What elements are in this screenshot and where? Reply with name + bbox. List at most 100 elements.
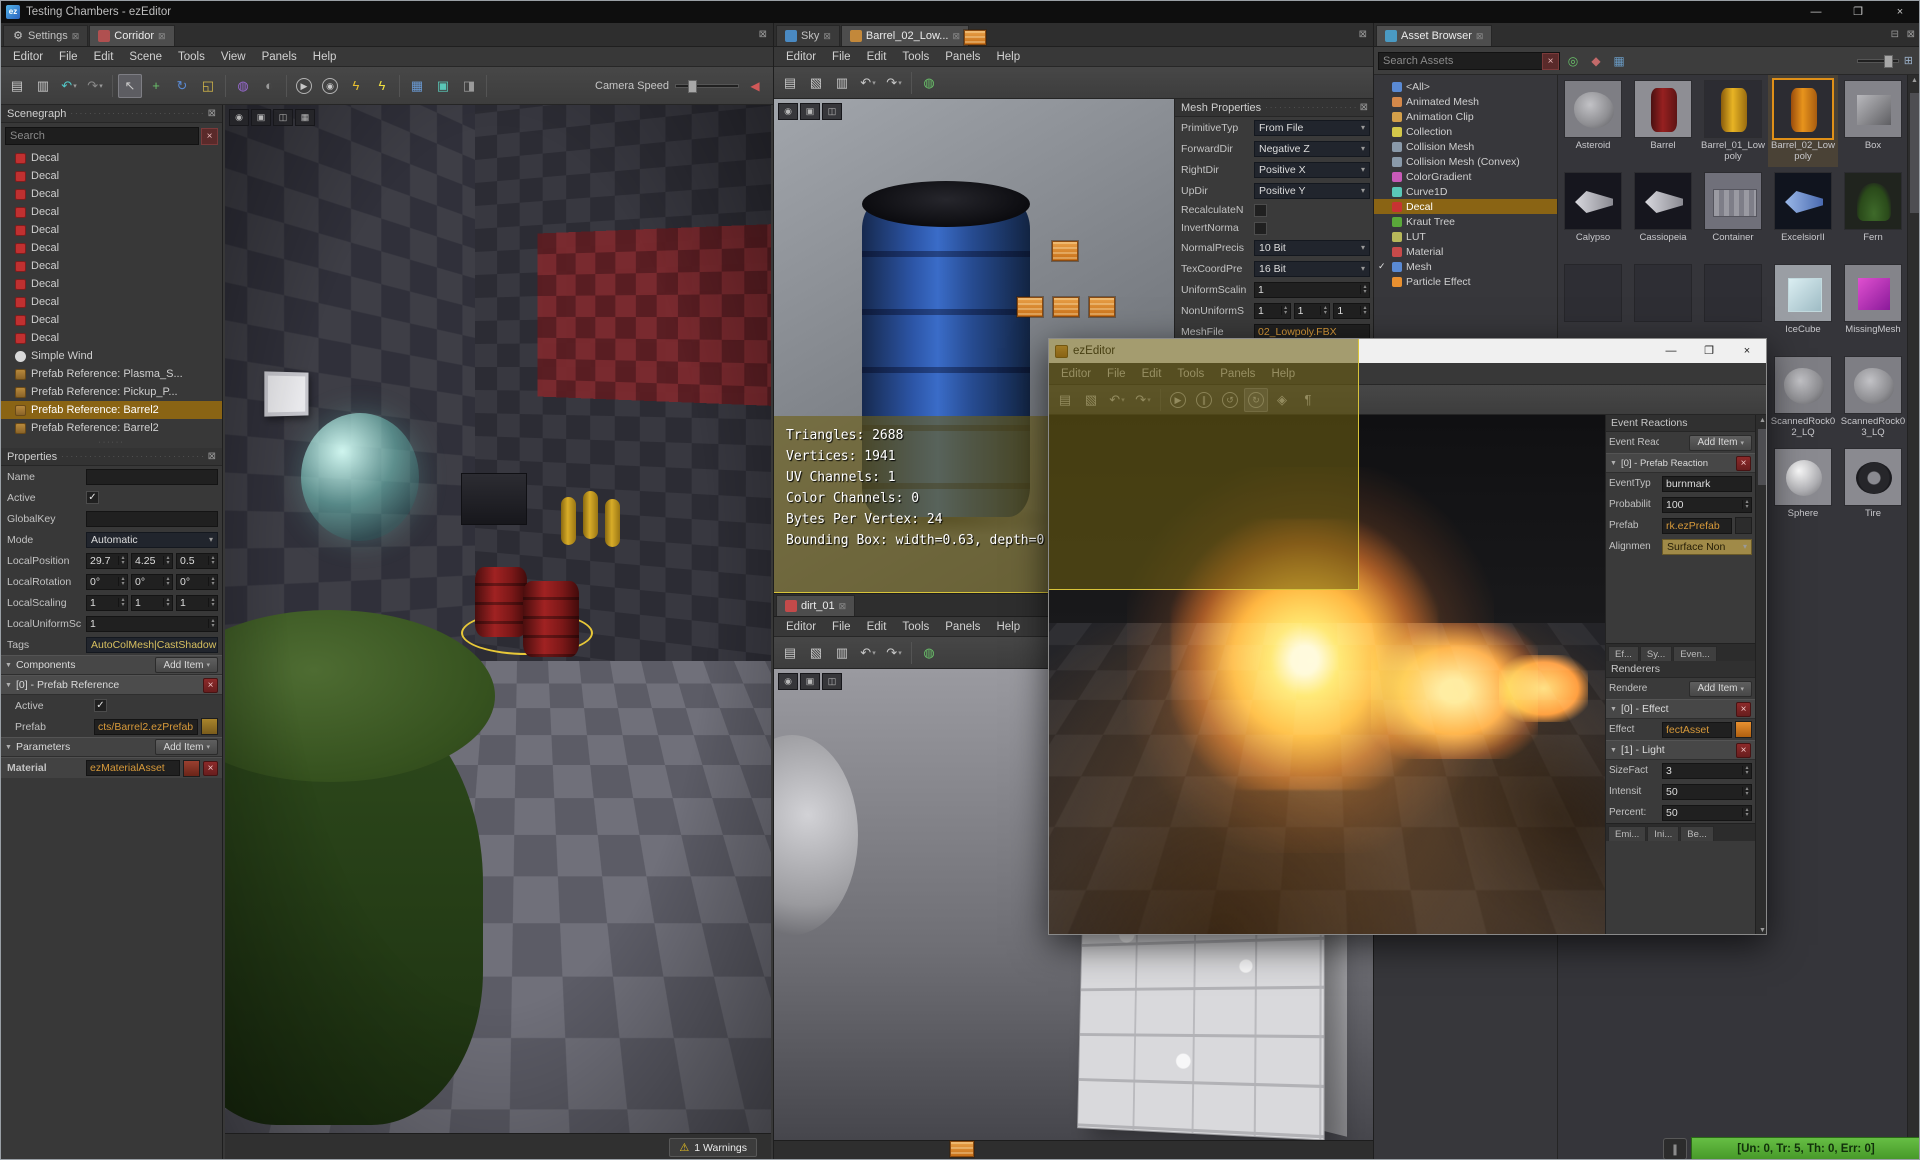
- prefab-asset-reference[interactable]: cts/Barrel2.ezPrefab: [94, 718, 198, 735]
- snap-icon[interactable]: ▣: [431, 74, 455, 98]
- asset-thumbnail-cell[interactable]: Box: [1838, 75, 1908, 167]
- toolbar-button[interactable]: [911, 641, 912, 664]
- pivot-icon[interactable]: ◐: [257, 74, 281, 98]
- select-icon[interactable]: ↖: [118, 73, 142, 98]
- tab-behavior[interactable]: Be...: [1680, 826, 1714, 841]
- close-button[interactable]: ×: [1728, 339, 1766, 363]
- asset-type-filter[interactable]: ✓ Animated Mesh: [1374, 94, 1557, 109]
- size-factor-spinner[interactable]: 3: [1662, 762, 1752, 779]
- effect-renderer-header[interactable]: ▼ [0] - Effect ×: [1606, 699, 1755, 719]
- scenegraph-item[interactable]: Decal: [1, 167, 222, 185]
- view-layout-icon[interactable]: ◫: [273, 109, 293, 126]
- loop-icon[interactable]: ↻: [1244, 387, 1268, 412]
- remove-renderer-button[interactable]: ×: [1736, 742, 1751, 758]
- menu-item[interactable]: Edit: [1134, 368, 1170, 380]
- document-tab[interactable]: Barrel_02_Low... ⊠: [840, 25, 969, 46]
- menu-item[interactable]: Panels: [937, 621, 988, 633]
- record-icon[interactable]: ◉: [318, 74, 342, 98]
- components-section-header[interactable]: ▼ Components Add Item: [1, 655, 222, 675]
- camera-menu-icon[interactable]: ◉: [229, 109, 249, 126]
- remove-reaction-button[interactable]: ×: [1736, 455, 1751, 471]
- toolbar-button[interactable]: [486, 74, 487, 97]
- minimize-button[interactable]: —: [1652, 339, 1690, 363]
- slider-knob[interactable]: [688, 79, 697, 93]
- render-mode-icon[interactable]: ▣: [800, 673, 820, 690]
- visualizer-icon[interactable]: ¶: [1296, 388, 1320, 412]
- document-tab[interactable]: Corridor ⊠: [89, 25, 175, 46]
- document-tab[interactable]: Sky ⊠: [776, 25, 840, 46]
- nonuniform-y-spinner[interactable]: 1: [1293, 302, 1331, 319]
- toolbar-button[interactable]: [286, 74, 287, 97]
- document-tab[interactable]: dirt_01 ⊠: [776, 595, 856, 616]
- detach-icon[interactable]: ⊠: [1360, 102, 1368, 113]
- menu-item[interactable]: Tools: [894, 51, 937, 63]
- scrollbar-thumb[interactable]: [1910, 93, 1919, 213]
- asset-grid-scrollbar[interactable]: [1907, 75, 1919, 1159]
- remove-parameter-button[interactable]: ×: [203, 760, 218, 776]
- scene-viewport[interactable]: ◉ ▣ ◫ ▦: [225, 105, 771, 1133]
- position-z-spinner[interactable]: 0.5: [176, 552, 218, 569]
- audio-mute-icon[interactable]: ◀: [745, 79, 765, 93]
- menu-item[interactable]: File: [824, 621, 859, 633]
- tab-detach-icon[interactable]: ⊠: [952, 31, 960, 42]
- scenegraph-item[interactable]: Decal: [1, 293, 222, 311]
- alignment-dropdown[interactable]: Surface Non: [1662, 538, 1752, 555]
- save-icon[interactable]: ▤: [5, 74, 29, 98]
- menu-item[interactable]: Panels: [937, 51, 988, 63]
- grid-view-icon[interactable]: ⊞: [1904, 54, 1913, 67]
- asset-thumbnail-cell[interactable]: ExcelsiorII: [1768, 167, 1838, 259]
- asset-type-filter[interactable]: ✓ Collision Mesh: [1374, 139, 1557, 154]
- menu-item[interactable]: File: [1099, 368, 1134, 380]
- scenegraph-item[interactable]: Simple Wind: [1, 347, 222, 365]
- asset-type-filter[interactable]: ✓ LUT: [1374, 229, 1557, 244]
- rotation-x-spinner[interactable]: 0°: [86, 573, 128, 590]
- add-component-button[interactable]: Add Item: [155, 657, 218, 673]
- paste-icon[interactable]: ▥: [830, 71, 854, 95]
- scenegraph-item[interactable]: Decal: [1, 149, 222, 167]
- menu-item[interactable]: Help: [988, 51, 1028, 63]
- tab-system[interactable]: Sy...: [1639, 646, 1673, 661]
- menu-item[interactable]: Edit: [859, 621, 895, 633]
- minimize-button[interactable]: —: [1795, 1, 1837, 23]
- world-icon[interactable]: ◍: [917, 641, 941, 665]
- open-icon[interactable]: ▧: [1079, 388, 1103, 412]
- redo-icon[interactable]: ↷: [882, 71, 906, 95]
- asset-type-filter[interactable]: ✓ Kraut Tree: [1374, 214, 1557, 229]
- scenegraph-item[interactable]: Prefab Reference: Pickup_P...: [1, 383, 222, 401]
- speed-icon[interactable]: ϟ: [370, 74, 394, 98]
- thumbnail-size-slider[interactable]: [1856, 54, 1899, 68]
- menu-item[interactable]: Tools: [170, 51, 213, 63]
- play-icon[interactable]: ▶: [1166, 388, 1190, 412]
- primitive-type-dropdown[interactable]: From File: [1254, 119, 1370, 136]
- world-space-icon[interactable]: ◍: [231, 74, 255, 98]
- asset-thumbnail-cell[interactable]: Container: [1698, 167, 1768, 259]
- world-icon[interactable]: ◍: [917, 71, 941, 95]
- detach-icon[interactable]: ⊠: [208, 451, 216, 462]
- asset-thumbnail-cell[interactable]: IceCube: [1768, 259, 1838, 351]
- menu-item[interactable]: Help: [305, 51, 345, 63]
- recalculate-normals-checkbox[interactable]: [1254, 203, 1267, 217]
- save-icon[interactable]: ▤: [778, 641, 802, 665]
- asset-thumbnail-cell[interactable]: Asteroid: [1558, 75, 1628, 167]
- camera-menu-icon[interactable]: ◉: [778, 103, 798, 120]
- scaling-y-spinner[interactable]: 1: [131, 594, 173, 611]
- menu-item[interactable]: Editor: [778, 51, 824, 63]
- open-icon[interactable]: ▧: [804, 71, 828, 95]
- asset-thumbnail-cell[interactable]: Barrel: [1628, 75, 1698, 167]
- scaling-z-spinner[interactable]: 1: [176, 594, 218, 611]
- snap-pivot-icon[interactable]: ◨: [457, 74, 481, 98]
- scenegraph-item[interactable]: Decal: [1, 275, 222, 293]
- tab-detach-icon[interactable]: ⊠: [72, 31, 80, 42]
- view-layout-icon[interactable]: ◫: [822, 103, 842, 120]
- rotate-icon[interactable]: ↻: [170, 74, 194, 98]
- undo-icon[interactable]: ↶: [856, 641, 880, 665]
- asset-type-filter[interactable]: ✓ Animation Clip: [1374, 109, 1557, 124]
- play-icon[interactable]: ▶: [292, 74, 316, 98]
- scaling-x-spinner[interactable]: 1: [86, 594, 128, 611]
- redo-icon[interactable]: ↷: [1131, 388, 1155, 412]
- search-clear-button[interactable]: ×: [201, 127, 218, 145]
- document-tab[interactable]: ⚙ Settings ⊠: [3, 25, 89, 46]
- detach-icon[interactable]: ⊠: [1359, 29, 1367, 40]
- asset-thumbnail-cell[interactable]: Tire: [1838, 443, 1908, 535]
- open-icon[interactable]: ▧: [804, 641, 828, 665]
